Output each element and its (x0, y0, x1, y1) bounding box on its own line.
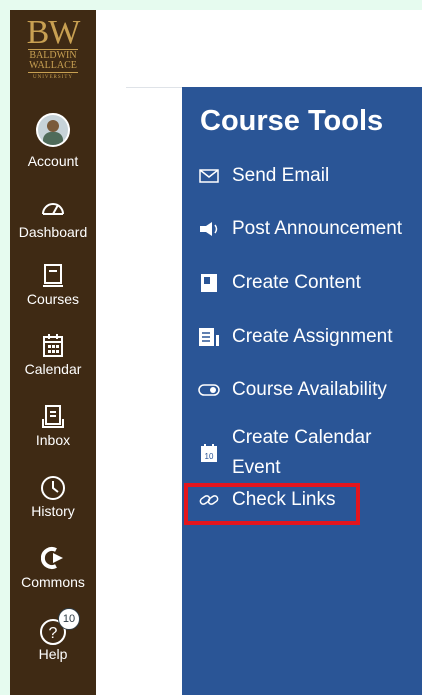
tool-label: Create Content (232, 272, 361, 293)
check-links-highlight (184, 483, 360, 525)
panel-title: Course Tools (200, 105, 384, 137)
nav-item-help[interactable]: ? 10 Help (10, 608, 96, 662)
notification-badge: 10 (58, 608, 80, 630)
announcement-icon (196, 220, 222, 238)
nav-item-commons[interactable]: Commons (10, 546, 96, 590)
logo-initials: BW (26, 14, 81, 51)
tool-course-availability[interactable]: Course Availability (196, 379, 387, 401)
nav-item-account[interactable]: Account (10, 113, 96, 169)
help-icon: ? 10 (10, 608, 96, 646)
nav-item-courses[interactable]: Courses (10, 263, 96, 307)
nav-item-label: History (31, 503, 75, 519)
dashboard-icon (10, 196, 96, 224)
tool-create-assignment[interactable]: Create Assignment (196, 326, 393, 348)
calendar-event-icon: 10 (196, 443, 222, 463)
nav-item-label: Commons (21, 574, 85, 590)
tool-create-calendar-event[interactable]: 10 Create Calendar Event (196, 423, 371, 483)
courses-icon (10, 263, 96, 291)
tool-create-content[interactable]: Create Content (196, 272, 361, 294)
inbox-icon (10, 404, 96, 432)
nav-item-label: Dashboard (18, 224, 88, 240)
content-icon (196, 273, 222, 293)
tool-post-announcement[interactable]: Post Announcement (196, 218, 402, 240)
svg-text:?: ? (49, 625, 58, 642)
history-icon (10, 475, 96, 503)
logo-line3: UNIVERSITY (33, 75, 73, 80)
email-icon (196, 168, 222, 184)
nav-item-label: Calendar (24, 361, 82, 377)
global-nav-sidebar: BW BALDWIN WALLACE UNIVERSITY Account Da… (10, 10, 96, 695)
app-frame: BW BALDWIN WALLACE UNIVERSITY Account Da… (10, 10, 422, 695)
course-tools-panel: Course Tools Send Email Post Announcemen… (182, 87, 422, 695)
toggle-icon (196, 384, 222, 396)
tool-label: Create Assignment (232, 326, 393, 347)
tool-label: Post Announcement (232, 218, 403, 239)
svg-text:10: 10 (205, 452, 214, 461)
nav-item-history[interactable]: History (10, 475, 96, 519)
commons-icon (10, 546, 96, 574)
university-logo[interactable]: BW BALDWIN WALLACE UNIVERSITY (22, 14, 84, 82)
logo-line2: WALLACE (29, 60, 77, 71)
nav-item-label: Help (38, 646, 68, 662)
assignment-icon (196, 327, 222, 347)
tool-send-email[interactable]: Send Email (196, 165, 329, 187)
nav-item-label: Account (27, 153, 79, 169)
tool-label: Create Calendar Event (232, 427, 372, 478)
nav-item-inbox[interactable]: Inbox (10, 404, 96, 448)
nav-item-label: Inbox (35, 432, 71, 448)
tool-label: Send Email (232, 165, 330, 186)
nav-item-label: Courses (26, 291, 80, 307)
nav-item-calendar[interactable]: Calendar (10, 333, 96, 377)
calendar-icon (10, 333, 96, 361)
nav-item-dashboard[interactable]: Dashboard (10, 196, 96, 240)
avatar (36, 113, 70, 147)
tool-label: Course Availability (232, 379, 387, 400)
